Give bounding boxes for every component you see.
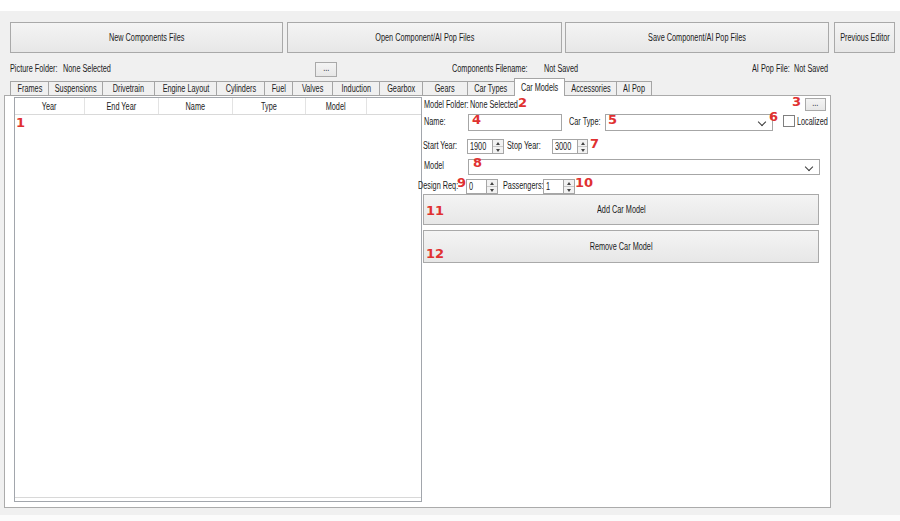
car-models-list[interactable]: Year End Year Name Type Model bbox=[14, 97, 422, 502]
annotation-7: 7 bbox=[590, 136, 599, 151]
tab-cylinders[interactable]: Cylinders bbox=[216, 81, 265, 96]
tab-induction[interactable]: Induction bbox=[332, 81, 380, 96]
list-bottom-line bbox=[15, 497, 421, 498]
up-arrow-icon bbox=[567, 182, 571, 185]
ai-pop-file-value: Not Saved bbox=[794, 63, 841, 74]
passengers-spinner[interactable]: 1 bbox=[543, 179, 575, 194]
up-arrow-icon bbox=[490, 182, 494, 185]
tab-engine-layout[interactable]: Engine Layout bbox=[154, 81, 217, 96]
annotation-11: 11 bbox=[426, 203, 444, 218]
annotation-8: 8 bbox=[473, 155, 482, 170]
name-label: Name: bbox=[424, 116, 453, 127]
annotation-1: 1 bbox=[16, 115, 25, 130]
annotation-12: 12 bbox=[426, 246, 444, 261]
annotation-10: 10 bbox=[575, 175, 593, 190]
tab-car-models[interactable]: Car Models bbox=[514, 78, 565, 96]
model-folder-browse-button[interactable]: ... bbox=[805, 98, 826, 111]
tab-accessories[interactable]: Accessories bbox=[564, 81, 617, 96]
remove-car-model-button[interactable]: Remove Car Model bbox=[423, 230, 819, 263]
tab-ai-pop[interactable]: AI Pop bbox=[616, 81, 652, 96]
car-type-combobox[interactable] bbox=[605, 114, 773, 131]
stop-year-spinner[interactable]: 3000 bbox=[552, 139, 588, 154]
column-blank[interactable] bbox=[367, 98, 421, 114]
localized-label: Localized bbox=[797, 116, 839, 127]
add-car-model-button[interactable]: Add Car Model bbox=[423, 194, 819, 225]
spinner-arrows[interactable] bbox=[486, 180, 497, 193]
annotation-3: 3 bbox=[792, 94, 801, 109]
name-input[interactable] bbox=[468, 114, 562, 131]
tab-fuel[interactable]: Fuel bbox=[264, 81, 293, 96]
components-filename-label: Components Filename: bbox=[452, 63, 555, 74]
spinner-arrows[interactable] bbox=[577, 140, 587, 153]
tab-car-types[interactable]: Car Types bbox=[467, 81, 515, 96]
column-type[interactable]: Type bbox=[233, 98, 306, 114]
chevron-down-icon bbox=[758, 118, 766, 126]
tab-drivetrain[interactable]: Drivetrain bbox=[102, 81, 155, 96]
column-year[interactable]: Year bbox=[15, 98, 85, 114]
up-arrow-icon bbox=[581, 142, 585, 145]
annotation-9: 9 bbox=[457, 175, 466, 190]
start-year-spinner[interactable]: 1900 bbox=[467, 139, 504, 154]
tab-gears[interactable]: Gears bbox=[422, 81, 468, 96]
stop-year-label: Stop Year: bbox=[507, 140, 553, 151]
annotation-5: 5 bbox=[608, 112, 617, 127]
annotation-4: 4 bbox=[472, 112, 481, 127]
new-components-files-button[interactable]: New Components Files bbox=[10, 22, 283, 53]
annotation-6: 6 bbox=[769, 109, 778, 124]
tab-suspensions[interactable]: Suspensions bbox=[48, 81, 103, 96]
annotation-2: 2 bbox=[518, 95, 527, 110]
column-name[interactable]: Name bbox=[159, 98, 233, 114]
picture-folder-value: None Selected bbox=[63, 63, 129, 74]
down-arrow-icon bbox=[581, 149, 585, 152]
components-filename-value: Not Saved bbox=[544, 63, 591, 74]
spinner-arrows[interactable] bbox=[492, 140, 503, 153]
tab-gearbox[interactable]: Gearbox bbox=[379, 81, 423, 96]
desktop-strip bbox=[0, 515, 900, 521]
down-arrow-icon bbox=[567, 189, 571, 192]
open-component-aipop-files-button[interactable]: Open Component/AI Pop Files bbox=[287, 22, 562, 53]
start-year-label: Start Year: bbox=[423, 140, 470, 151]
up-arrow-icon bbox=[496, 142, 500, 145]
tab-valves[interactable]: Valves bbox=[292, 81, 333, 96]
previous-editor-button[interactable]: Previous Editor bbox=[834, 22, 895, 53]
chevron-down-icon bbox=[805, 163, 813, 171]
down-arrow-icon bbox=[490, 189, 494, 192]
down-arrow-icon bbox=[496, 149, 500, 152]
list-header: Year End Year Name Type Model bbox=[15, 98, 421, 115]
tab-frames[interactable]: Frames bbox=[10, 81, 49, 96]
spinner-arrows[interactable] bbox=[563, 180, 574, 193]
localized-checkbox[interactable] bbox=[783, 115, 795, 127]
tab-strip: Frames Suspensions Drivetrain Engine Lay… bbox=[10, 78, 652, 96]
column-end-year[interactable]: End Year bbox=[85, 98, 159, 114]
picture-folder-browse-button[interactable]: ... bbox=[315, 62, 337, 77]
model-combobox[interactable] bbox=[468, 159, 820, 175]
model-label: Model bbox=[424, 160, 451, 171]
save-component-aipop-files-button[interactable]: Save Component/AI Pop Files bbox=[565, 22, 829, 53]
design-req-spinner[interactable]: 0 bbox=[466, 179, 498, 194]
column-model[interactable]: Model bbox=[306, 98, 367, 114]
